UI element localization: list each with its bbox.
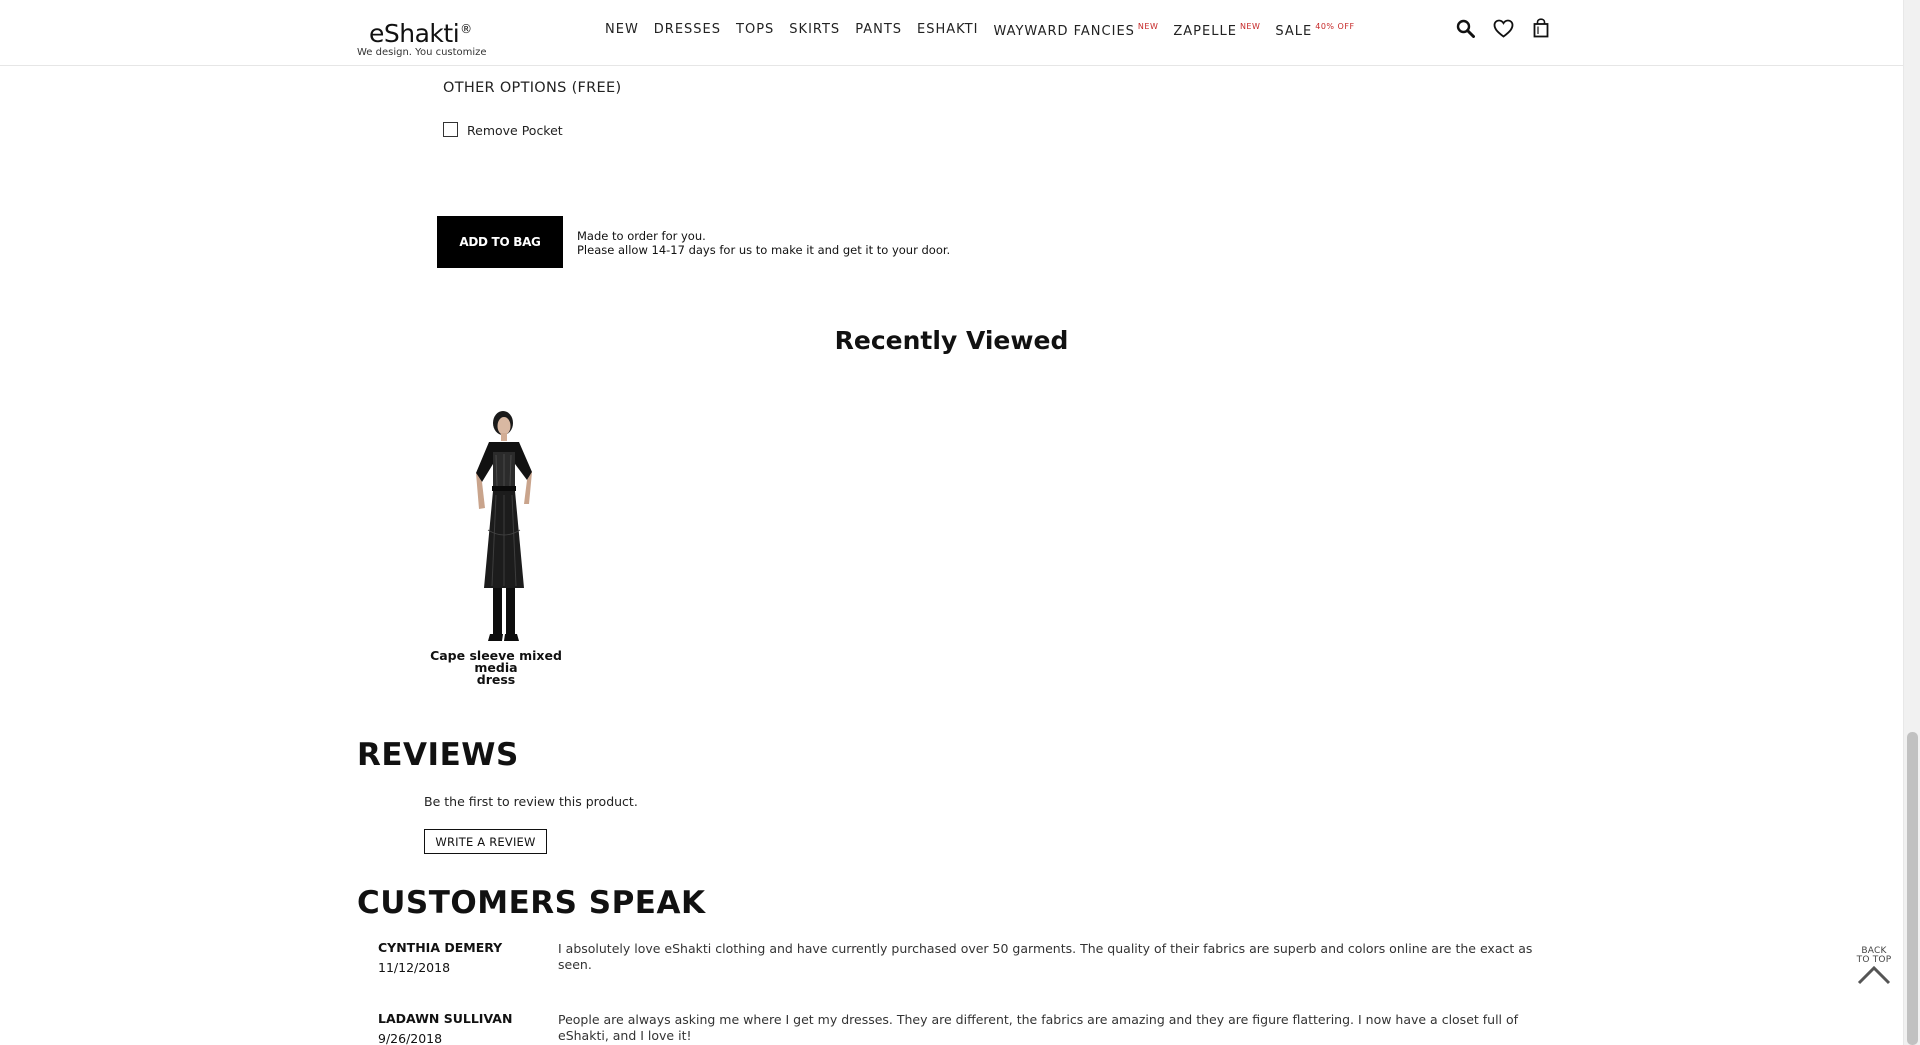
chevron-up-icon — [1857, 965, 1891, 985]
add-to-bag-button[interactable]: ADD TO BAG — [437, 216, 563, 268]
page-scrollbar[interactable] — [1903, 0, 1920, 1045]
registered-mark: ® — [460, 22, 472, 36]
nav-item-dresses[interactable]: DRESSES — [654, 22, 721, 39]
nav-item-tops[interactable]: TOPS — [736, 22, 774, 39]
reviews-title: REVIEWS — [357, 737, 519, 773]
nav-item-pants[interactable]: PANTS — [855, 22, 902, 39]
nav-item-eshakti[interactable]: ESHAKTI — [917, 22, 978, 39]
nav-item-zapelle[interactable]: ZAPELLE NEW — [1173, 22, 1260, 39]
sale-badge: 40% OFF — [1315, 22, 1355, 31]
recently-viewed-title: Recently Viewed — [834, 326, 1069, 355]
write-review-button[interactable]: WRITE A REVIEW — [424, 829, 547, 854]
back-to-top-button[interactable]: BACK TO TOP — [1848, 947, 1900, 989]
search-icon[interactable] — [1454, 16, 1476, 40]
testimonial-date: 11/12/2018 — [378, 960, 451, 975]
testimonial-text: People are always asking me where I get … — [558, 1012, 1519, 1043]
testimonial-author: LADAWN SULLIVAN — [378, 1011, 513, 1026]
no-reviews-text: Be the first to review this product. — [424, 794, 638, 809]
remove-pocket-option[interactable]: Remove Pocket — [443, 120, 563, 138]
remove-pocket-checkbox[interactable] — [443, 121, 458, 137]
new-badge: NEW — [1239, 22, 1261, 31]
testimonial-text: I absolutely love eShakti clothing and h… — [558, 941, 1533, 972]
testimonial-date: 9/26/2018 — [378, 1031, 443, 1045]
header-icons — [1454, 16, 1552, 40]
remove-pocket-label: Remove Pocket — [467, 123, 563, 138]
other-options-title: OTHER OPTIONS (FREE) — [443, 80, 622, 96]
nav-item-wayward-fancies[interactable]: WAYWARD FANCIES NEW — [993, 22, 1158, 39]
site-header: eShakti® We design. You customize NEW DR… — [0, 0, 1903, 66]
logo-text: eShakti — [369, 19, 460, 48]
nav-item-skirts[interactable]: SKIRTS — [789, 22, 840, 39]
product-image[interactable] — [416, 400, 576, 650]
made-to-order-note: Made to order for you. Please allow 14-1… — [577, 229, 951, 257]
new-badge: NEW — [1137, 22, 1159, 31]
site-logo[interactable]: eShakti® We design. You customize — [357, 16, 487, 59]
shopping-bag-icon[interactable] — [1530, 16, 1552, 40]
scrollbar-thumb[interactable] — [1907, 732, 1918, 1045]
customers-speak-title: CUSTOMERS SPEAK — [357, 885, 706, 921]
recently-viewed-product[interactable]: Cape sleeve mixed media dress — [416, 400, 576, 686]
product-name[interactable]: Cape sleeve mixed media dress — [416, 649, 576, 686]
nav-item-sale[interactable]: SALE 40% OFF — [1275, 22, 1354, 39]
heart-icon[interactable] — [1492, 16, 1514, 40]
logo-tagline: We design. You customize — [357, 47, 487, 58]
nav-item-new[interactable]: NEW — [605, 22, 639, 39]
main-nav: NEW DRESSES TOPS SKIRTS PANTS ESHAKTI WA… — [605, 22, 1370, 39]
testimonial-author: CYNTHIA DEMERY — [378, 940, 503, 955]
